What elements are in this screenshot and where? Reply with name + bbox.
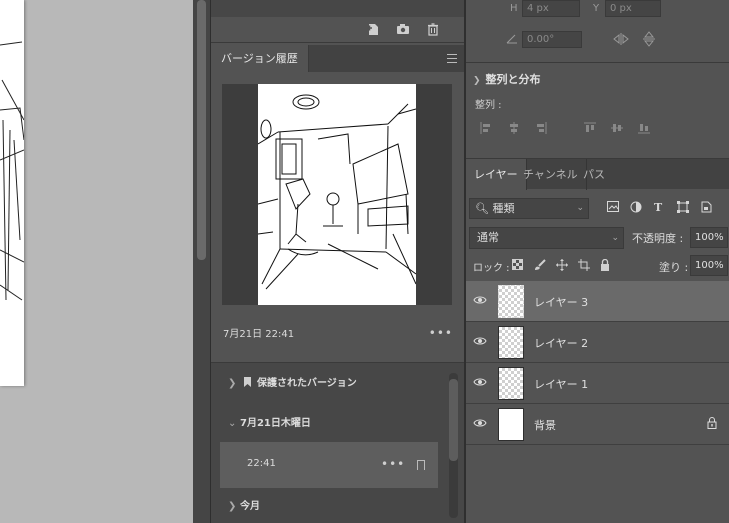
tab-version-history[interactable]: バージョン履歴 (211, 45, 309, 72)
upper-panel-footer (211, 0, 464, 43)
layer-name[interactable]: レイヤー 1 (534, 376, 588, 392)
version-list: ❯ 保護されたバージョン ⌄ 7月21日木曜日 22:41 ••• ❯ 今月 (211, 362, 464, 523)
version-item-selected[interactable]: 22:41 ••• (220, 442, 438, 488)
lock-brush-icon[interactable] (534, 259, 546, 274)
layer-name[interactable]: レイヤー 3 (534, 294, 588, 310)
layer-row-3[interactable]: レイヤー 3 (466, 281, 729, 322)
adjustment-layer-filter-icon[interactable] (630, 201, 642, 216)
opacity-label: 不透明度 : (632, 232, 684, 245)
lock-all-icon[interactable] (600, 258, 610, 274)
lock-move-icon[interactable] (556, 259, 568, 274)
opacity-field[interactable]: 100% (690, 227, 728, 248)
align-right-icon[interactable] (535, 122, 547, 134)
fill-label: 塗り : (659, 261, 689, 274)
align-bottom-icon[interactable] (638, 122, 650, 134)
fill-field[interactable]: 100% (690, 255, 728, 276)
flip-vertical-icon[interactable] (642, 31, 656, 50)
layer-filter-select[interactable]: 🔍︎ 種類 ⌄ (469, 198, 589, 219)
angle-icon (506, 34, 518, 47)
chevron-down-icon: ⌄ (576, 203, 584, 213)
type-layer-filter-icon[interactable]: T (654, 201, 662, 214)
angle-field[interactable]: 0.00° (522, 31, 582, 48)
list-scrollbar[interactable] (449, 373, 458, 518)
layer-thumbnail (498, 326, 524, 359)
version-preview[interactable] (222, 84, 452, 305)
transform-properties: H 4 px Y 0 px 0.00° (466, 0, 729, 63)
align-label: 整列 : (475, 100, 502, 111)
search-icon: 🔍︎ (475, 202, 489, 215)
visibility-eye-icon[interactable] (473, 418, 487, 428)
layer-name[interactable]: レイヤー 2 (534, 335, 588, 351)
group-this-month[interactable]: ❯ 今月 (211, 496, 446, 518)
flip-horizontal-icon[interactable] (613, 32, 629, 49)
chevron-down-icon: ⌄ (611, 233, 619, 243)
preview-date: 7月21日 22:41 (223, 329, 295, 340)
layer-row-1[interactable]: レイヤー 1 (466, 363, 729, 404)
layer-thumbnail (498, 367, 524, 400)
blend-mode-select[interactable]: 通常 ⌄ (469, 227, 624, 249)
y-label: Y (593, 3, 600, 14)
layer-thumbnail (498, 285, 524, 318)
bookmark-icon (244, 377, 251, 387)
version-history-panel: バージョン履歴 7月21日 22:41 ••• ❯ 保護されたバージョン ⌄ 7… (211, 0, 464, 523)
visibility-eye-icon[interactable] (473, 295, 487, 305)
version-time: 22:41 (247, 458, 276, 469)
pixel-layer-filter-icon[interactable] (607, 201, 619, 215)
h-label: H (510, 3, 518, 14)
canvas-area[interactable] (0, 0, 193, 523)
lock-transparent-icon[interactable] (512, 259, 523, 273)
new-document-icon[interactable] (366, 22, 380, 36)
shape-layer-filter-icon[interactable] (677, 201, 689, 216)
align-center-v-icon[interactable] (611, 122, 623, 134)
tab-paths[interactable]: パス (575, 159, 613, 190)
panel-menu-icon[interactable] (447, 54, 457, 63)
visibility-eye-icon[interactable] (473, 336, 487, 346)
history-tabbar: バージョン履歴 (211, 45, 464, 72)
trash-icon[interactable] (426, 22, 440, 36)
y-field[interactable]: 0 px (605, 0, 661, 17)
dock-scroll-thumb[interactable] (197, 0, 206, 260)
right-panels: H 4 px Y 0 px 0.00° ❯ 整列と分布 整列 : レイヤー チャン… (466, 0, 729, 523)
layer-thumbnail (498, 408, 524, 441)
camera-icon[interactable] (396, 22, 410, 36)
chevron-down-icon: ❯ (473, 76, 481, 86)
preview-date-row: 7月21日 22:41 ••• (223, 327, 453, 343)
sketch-fragment (0, 41, 24, 301)
layer-row-background[interactable]: 背景 (466, 404, 729, 445)
layers-tabbar: レイヤー チャンネル パス (466, 158, 729, 190)
chevron-down-icon: ⌄ (228, 418, 237, 429)
layer-lock-icon[interactable] (707, 417, 717, 429)
group-day[interactable]: ⌄ 7月21日木曜日 (211, 413, 446, 435)
document-canvas[interactable] (0, 0, 24, 386)
align-center-h-icon[interactable] (508, 122, 520, 134)
preview-image (258, 84, 416, 305)
version-more-icon[interactable]: ••• (381, 458, 405, 470)
h-field[interactable]: 4 px (522, 0, 580, 17)
chevron-right-icon: ❯ (228, 378, 237, 389)
lock-label: ロック : (473, 263, 510, 274)
visibility-eye-icon[interactable] (473, 377, 487, 387)
room-sketch (258, 94, 416, 290)
layer-name[interactable]: 背景 (534, 417, 556, 433)
chevron-right-icon: ❯ (228, 501, 237, 512)
align-top-icon[interactable] (584, 122, 596, 134)
smart-object-filter-icon[interactable] (700, 201, 712, 216)
align-distribute-section[interactable]: ❯ 整列と分布 (473, 71, 541, 87)
align-left-icon[interactable] (480, 122, 492, 134)
panel-dock-strip (193, 0, 211, 523)
layer-row-2[interactable]: レイヤー 2 (466, 322, 729, 363)
group-protected-versions[interactable]: ❯ 保護されたバージョン (211, 373, 446, 395)
more-options-icon[interactable]: ••• (429, 327, 453, 339)
bookmark-outline-icon[interactable] (417, 460, 425, 470)
lock-artboard-icon[interactable] (578, 259, 590, 274)
